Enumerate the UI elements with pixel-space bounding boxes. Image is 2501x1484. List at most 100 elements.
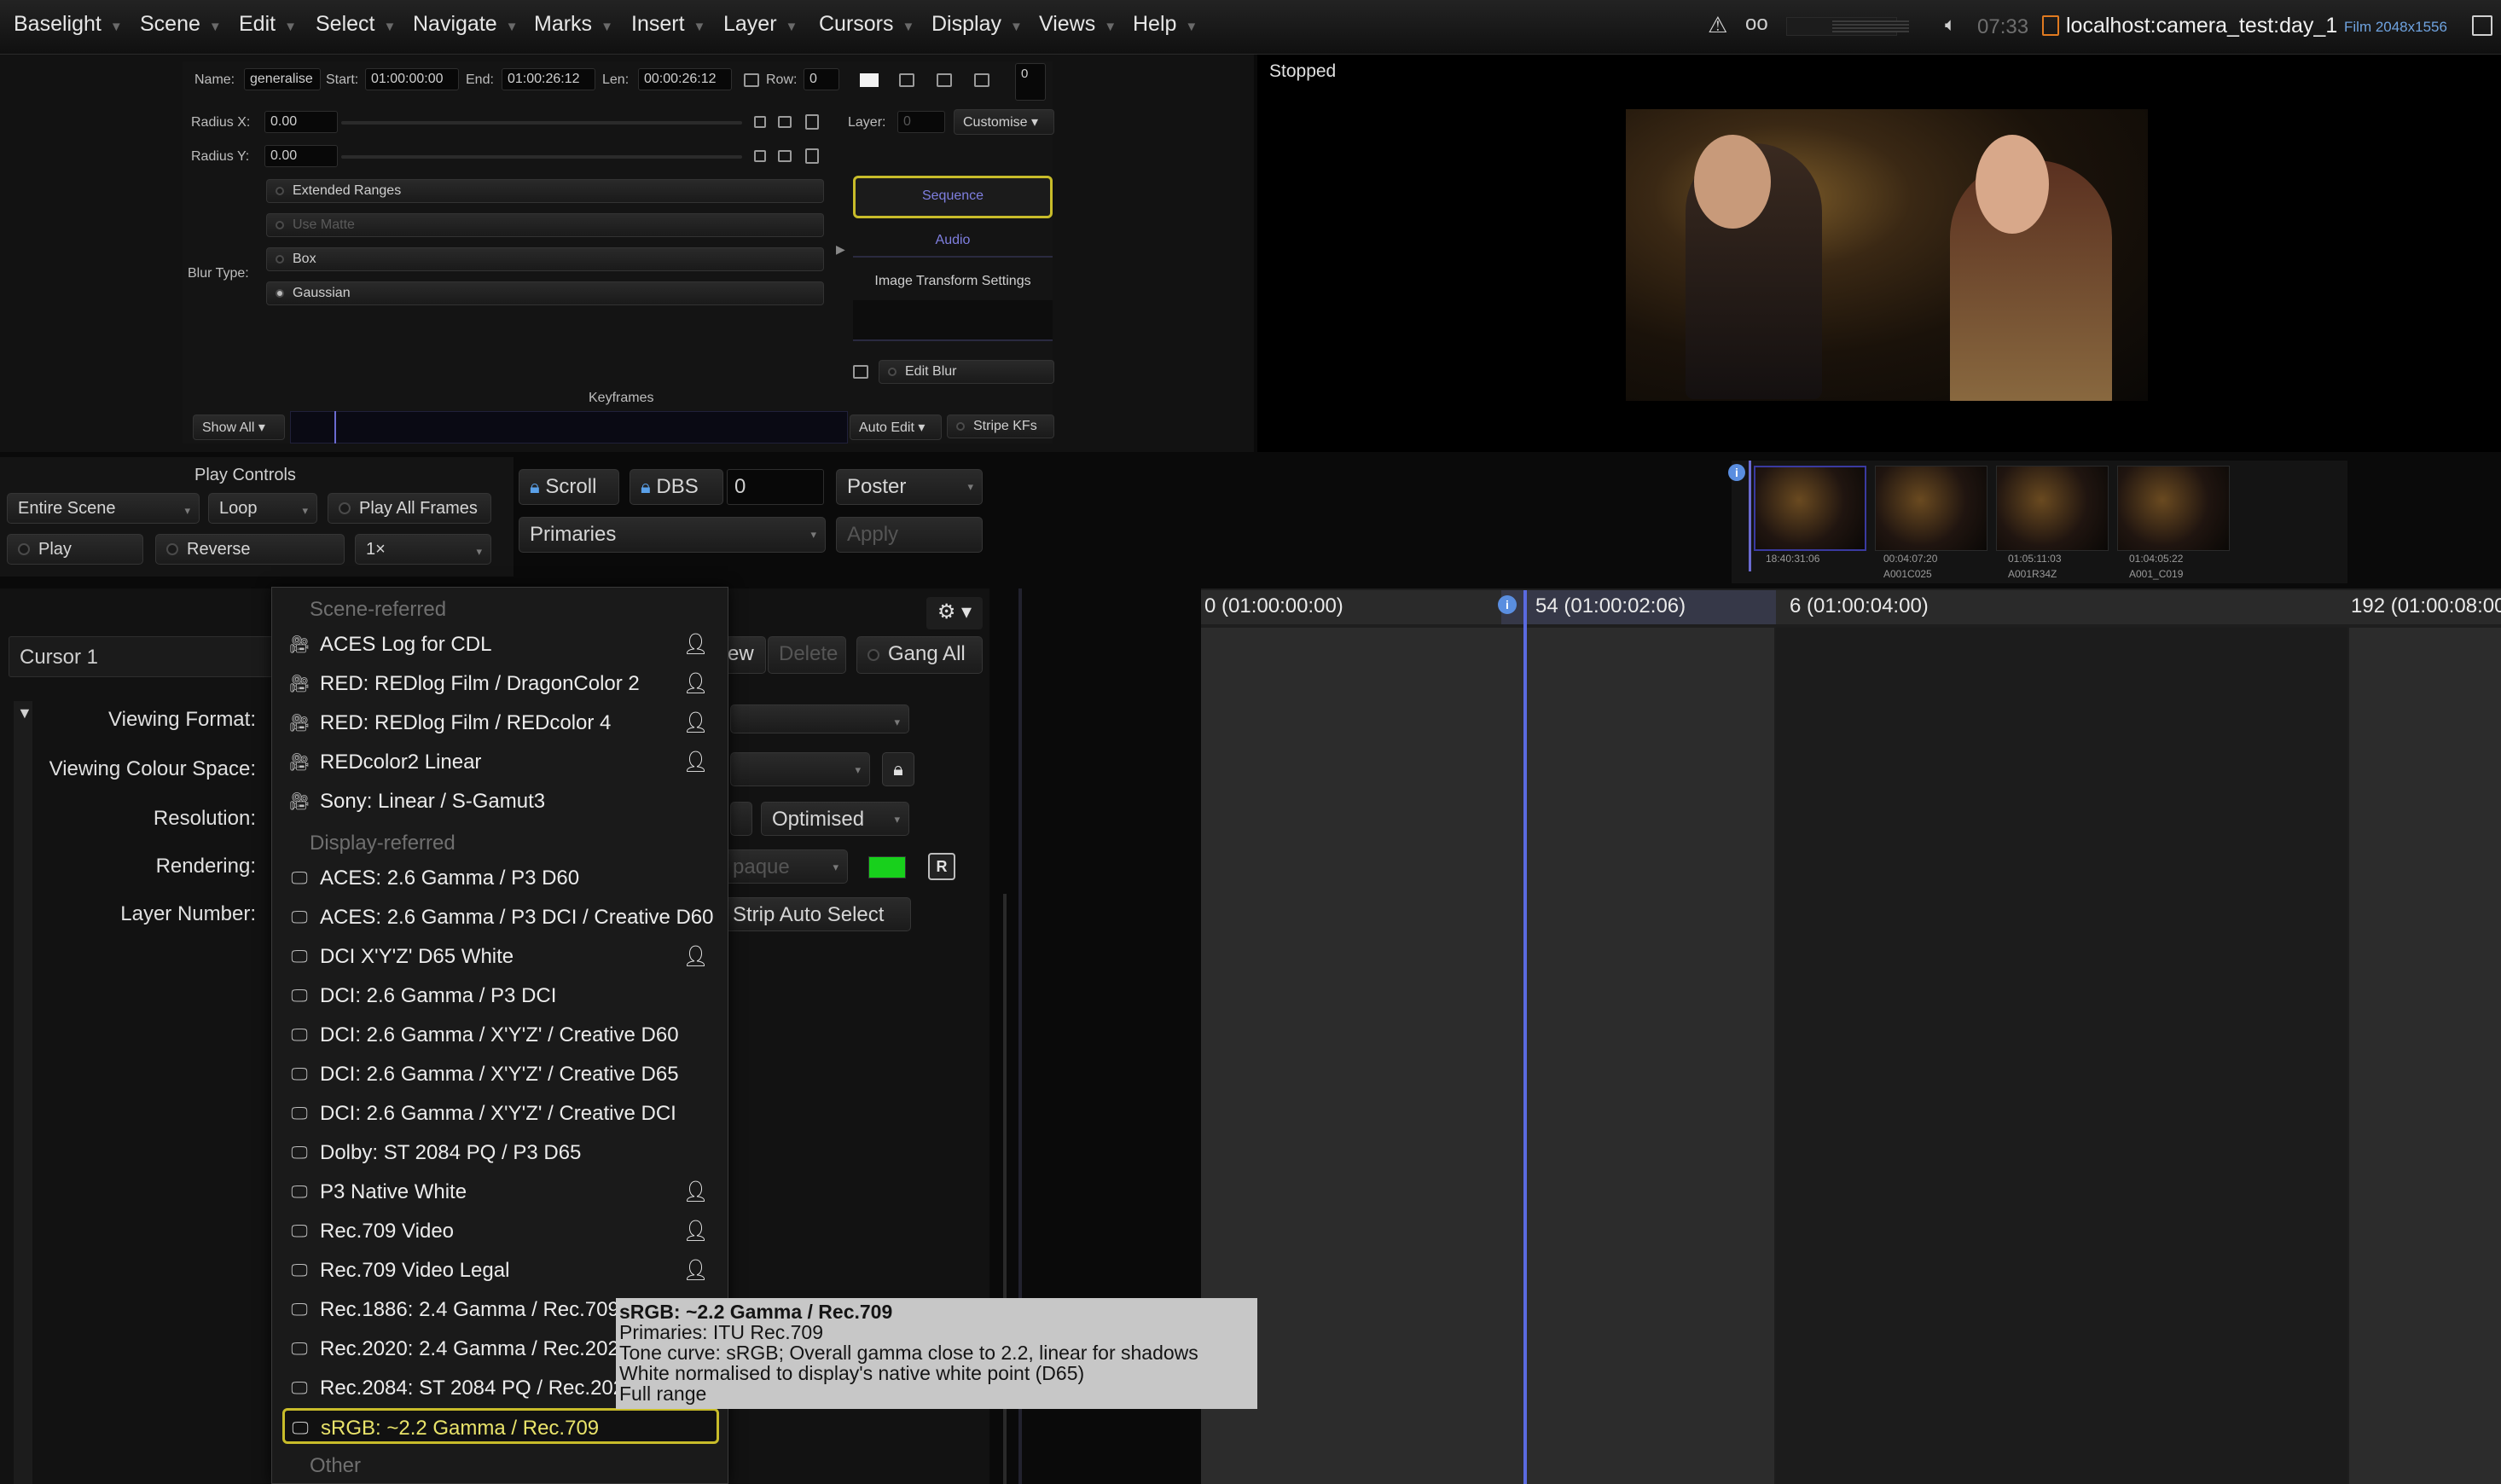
primaries-dropdown[interactable]: Primaries ▾ — [519, 517, 826, 553]
menu-item-sony-sgamut3[interactable]: 🎥︎ Sony: Linear / S-Gamut3 — [284, 784, 717, 820]
timeline-shot-3[interactable] — [2349, 628, 2501, 1484]
blur-type-box[interactable]: Box — [266, 247, 824, 271]
white-swatch[interactable] — [860, 73, 879, 87]
stripe-kfs-button[interactable]: Stripe KFs — [947, 414, 1054, 438]
window-icon[interactable] — [2472, 15, 2492, 36]
colour-space-lock-icon[interactable]: 🔒︎ — [882, 752, 914, 786]
menu-item-dci-xyz-d60[interactable]: 🖵︎ DCI: 2.6 Gamma / X'Y'Z' / Creative D60 — [284, 1017, 717, 1053]
menu-item-dci-xyz-creative-dci[interactable]: 🖵︎ DCI: 2.6 Gamma / X'Y'Z' / Creative DCI — [284, 1096, 717, 1132]
radius-y-curve-icon[interactable] — [805, 148, 819, 164]
menu-item-aces-p3-dci-creative[interactable]: 🖵︎ ACES: 2.6 Gamma / P3 DCI / Creative D6… — [284, 900, 717, 936]
timeline-shot-1[interactable] — [1201, 628, 1774, 1484]
speaker-icon[interactable]: 🔈︎ — [1945, 14, 1956, 36]
render-r-icon[interactable]: R — [928, 853, 955, 880]
menu-item-srgb-selected[interactable]: 🖵︎ sRGB: ~2.2 Gamma / Rec.709 — [282, 1408, 719, 1444]
glasses-icon[interactable]: oo — [1745, 12, 1768, 36]
name-field[interactable]: generalise — [244, 68, 321, 90]
blur-type-gaussian[interactable]: Gaussian — [266, 281, 824, 305]
radius-x-field[interactable]: 0.00 — [264, 111, 338, 133]
scene-path[interactable]: localhost:camera_test:day_1 — [2066, 14, 2337, 38]
small-counter[interactable]: 0 — [1015, 63, 1046, 101]
radius-x-curve-icon[interactable] — [805, 114, 819, 130]
menu-item-aces-log-cdl[interactable]: 🎥︎ ACES Log for CDL 👤︎ — [284, 627, 717, 663]
radius-x-slider[interactable] — [341, 121, 742, 125]
radius-x-link-icon[interactable] — [778, 116, 792, 128]
menu-views[interactable]: Views ▼ — [1039, 12, 1117, 37]
edit-blur-icon[interactable] — [853, 365, 868, 379]
radius-y-lock-icon[interactable] — [754, 150, 766, 162]
playhead-line[interactable] — [1523, 590, 1527, 1484]
reset-icon[interactable] — [974, 73, 989, 87]
scroll-button[interactable]: 🔒︎ Scroll — [519, 469, 619, 505]
use-matte-button[interactable]: Use Matte — [266, 213, 824, 237]
thumbnail-4[interactable] — [2117, 466, 2230, 551]
menu-help[interactable]: Help ▼ — [1133, 12, 1198, 37]
menu-marks[interactable]: Marks ▼ — [534, 12, 613, 37]
menu-item-rec709-video[interactable]: 🖵︎ Rec.709 Video 👤︎ — [284, 1214, 717, 1249]
resolution-dropdown[interactable] — [730, 802, 752, 836]
playhead-info-icon[interactable]: i — [1498, 595, 1517, 614]
end-field[interactable]: 01:00:26:12 — [502, 68, 595, 90]
gear-icon[interactable]: ⚙︎ ▾ — [926, 597, 983, 629]
warning-icon[interactable]: ⚠ — [1708, 12, 1727, 38]
menu-item-dolby-pq[interactable]: 🖵︎ Dolby: ST 2084 PQ / P3 D65 — [284, 1135, 717, 1171]
reverse-button[interactable]: Reverse — [155, 534, 345, 565]
image-transform-settings[interactable]: Image Transform Settings — [853, 266, 1053, 297]
tab-sequence[interactable]: Sequence — [853, 176, 1053, 218]
gang-all-button[interactable]: Gang All — [856, 636, 983, 674]
menu-item-red-dragoncolor[interactable]: 🎥︎ RED: REDlog Film / DragonColor 2 👤︎ — [284, 666, 717, 702]
menu-item-red-redcolor4[interactable]: 🎥︎ RED: REDlog Film / REDcolor 4 👤︎ — [284, 705, 717, 741]
menu-item-dci-xyz-creative-d65[interactable]: 🖵︎ DCI: 2.6 Gamma / X'Y'Z' / Creative D65 — [284, 1057, 717, 1093]
extended-ranges-button[interactable]: Extended Ranges — [266, 179, 824, 203]
menu-layer[interactable]: Layer ▼ — [723, 12, 798, 37]
menu-display[interactable]: Display ▼ — [931, 12, 1023, 37]
range-dropdown[interactable]: Entire Scene ▾ — [7, 493, 200, 524]
start-field[interactable]: 01:00:00:00 — [365, 68, 459, 90]
menu-item-dci-xyz-d65[interactable]: 🖵︎ DCI X'Y'Z' D65 White 👤︎ — [284, 939, 717, 975]
paste-icon[interactable] — [937, 73, 952, 87]
optimised-dropdown[interactable]: Optimised ▾ — [761, 802, 909, 836]
thumbnail-2[interactable] — [1875, 466, 1987, 551]
layer-field[interactable]: 0 — [897, 111, 945, 133]
menu-item-rec709-video-legal[interactable]: 🖵︎ Rec.709 Video Legal 👤︎ — [284, 1253, 717, 1289]
play-button[interactable]: Play — [7, 534, 143, 565]
customise-dropdown[interactable]: Customise ▾ — [954, 109, 1054, 135]
menu-cursors[interactable]: Cursors ▼ — [819, 12, 914, 37]
menu-scene[interactable]: Scene ▼ — [140, 12, 222, 37]
delete-button[interactable]: Delete — [768, 636, 846, 674]
menu-edit[interactable]: Edit ▼ — [239, 12, 297, 37]
dbs-value-field[interactable]: 0 — [727, 469, 824, 505]
copy-icon[interactable] — [899, 73, 914, 87]
loop-dropdown[interactable]: Loop ▾ — [208, 493, 317, 524]
rendering-colour-swatch[interactable] — [868, 856, 906, 878]
menu-item-redcolor2-linear[interactable]: 🎥︎ REDcolor2 Linear 👤︎ — [284, 745, 717, 780]
colour-space-dropdown[interactable]: ▾ — [730, 752, 870, 786]
menu-item-p3-native-white[interactable]: 🖵︎ P3 Native White 👤︎ — [284, 1174, 717, 1210]
thumbnail-3[interactable] — [1996, 466, 2109, 551]
speed-dropdown[interactable]: 1× ▾ — [355, 534, 491, 565]
row-field[interactable]: 0 — [804, 68, 839, 90]
radius-x-lock-icon[interactable] — [754, 116, 766, 128]
cursor-dropdown[interactable]: Cursor 1 — [9, 636, 273, 677]
play-all-frames-button[interactable]: Play All Frames — [328, 493, 491, 524]
menu-item-dci-p3-dci[interactable]: 🖵︎ DCI: 2.6 Gamma / P3 DCI — [284, 978, 717, 1014]
dbs-button[interactable]: 🔒︎ DBS — [630, 469, 723, 505]
radius-y-link-icon[interactable] — [778, 150, 792, 162]
menu-item-aces-p3-d60[interactable]: 🖵︎ ACES: 2.6 Gamma / P3 D60 — [284, 861, 717, 896]
collapse-arrow-icon[interactable]: ▶ — [836, 242, 845, 257]
auto-edit-dropdown[interactable]: Auto Edit ▾ — [850, 414, 942, 440]
show-all-dropdown[interactable]: Show All ▾ — [193, 414, 285, 440]
menu-navigate[interactable]: Navigate ▼ — [413, 12, 519, 37]
radius-y-slider[interactable] — [341, 155, 742, 159]
tab-audio[interactable]: Audio — [853, 223, 1053, 258]
keyframe-track[interactable] — [290, 411, 848, 443]
menu-insert[interactable]: Insert ▼ — [631, 12, 705, 37]
len-field[interactable]: 00:00:26:12 — [638, 68, 732, 90]
poster-dropdown[interactable]: Poster ▾ — [836, 469, 983, 505]
timeline-shot-2[interactable] — [1776, 628, 2347, 1484]
strip-auto-select-button[interactable]: Strip Auto Select — [722, 897, 911, 931]
info-icon[interactable]: i — [1728, 464, 1745, 481]
apply-button[interactable]: Apply — [836, 517, 983, 553]
viewing-format-dropdown[interactable]: ▾ — [730, 704, 909, 733]
edit-blur-button[interactable]: Edit Blur — [879, 360, 1054, 384]
